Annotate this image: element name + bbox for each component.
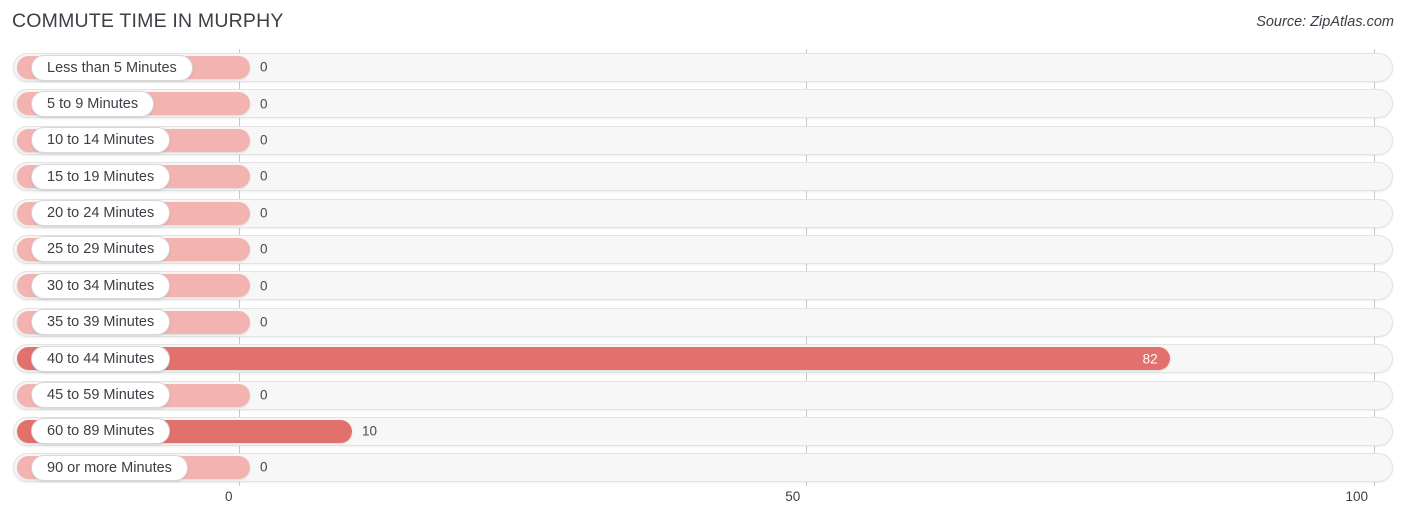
category-label[interactable]: 35 to 39 Minutes (31, 309, 171, 336)
x-axis: 0 50 100 (0, 487, 1406, 523)
bar-row[interactable]: 0 25 to 29 Minutes (0, 231, 1406, 267)
bar-row[interactable]: 0 15 to 19 Minutes (0, 158, 1406, 194)
bar-row[interactable]: 0 90 or more Minutes (0, 449, 1406, 485)
bar-row[interactable]: 82 40 to 44 Minutes (0, 340, 1406, 376)
axis-tick-label: 50 (785, 489, 801, 504)
bar-value-label: 0 (260, 132, 268, 148)
bar-value-label: 0 (260, 241, 268, 257)
bar-row[interactable]: 0 30 to 34 Minutes (0, 267, 1406, 303)
bar[interactable]: 82 (17, 347, 1170, 371)
bar-value-label: 0 (260, 459, 268, 475)
bar-row[interactable]: 10 60 to 89 Minutes (0, 413, 1406, 449)
category-label[interactable]: Less than 5 Minutes (31, 54, 193, 81)
plot-area: 0 Less than 5 Minutes 0 5 to 9 Minutes 0 10 t… (0, 49, 1406, 487)
bar-row[interactable]: 0 10 to 14 Minutes (0, 122, 1406, 158)
category-label[interactable]: 25 to 29 Minutes (31, 236, 171, 263)
bar-value-label: 10 (362, 423, 378, 439)
axis-tick-label: 100 (1345, 489, 1368, 504)
bar-value-label: 0 (260, 59, 268, 75)
bar-row[interactable]: 0 5 to 9 Minutes (0, 85, 1406, 121)
bar-row[interactable]: 0 20 to 24 Minutes (0, 195, 1406, 231)
page-title: COMMUTE TIME IN MURPHY (12, 10, 284, 32)
category-label[interactable]: 15 to 19 Minutes (31, 163, 171, 190)
category-label[interactable]: 45 to 59 Minutes (31, 382, 171, 409)
axis-tick-label: 0 (224, 489, 233, 504)
source-attribution: Source: ZipAtlas.com (1256, 14, 1394, 30)
bar-value-label: 0 (260, 314, 268, 330)
category-label[interactable]: 40 to 44 Minutes (31, 345, 171, 372)
bar-rows: 0 Less than 5 Minutes 0 5 to 9 Minutes 0 10 t… (0, 49, 1406, 486)
bar-value-label: 0 (260, 205, 268, 221)
category-label[interactable]: 10 to 14 Minutes (31, 127, 171, 154)
category-label[interactable]: 5 to 9 Minutes (31, 90, 155, 117)
category-label[interactable]: 30 to 34 Minutes (31, 272, 171, 299)
chart-root: COMMUTE TIME IN MURPHY Source: ZipAtlas.… (0, 0, 1406, 523)
bar-value-label: 0 (260, 387, 268, 403)
category-label[interactable]: 60 to 89 Minutes (31, 418, 171, 445)
bar-row[interactable]: 0 Less than 5 Minutes (0, 49, 1406, 85)
bar-value-label: 0 (260, 96, 268, 112)
bar-row[interactable]: 0 45 to 59 Minutes (0, 377, 1406, 413)
bar-value-label: 82 (1142, 351, 1158, 367)
category-label[interactable]: 90 or more Minutes (31, 454, 188, 481)
bar-row[interactable]: 0 35 to 39 Minutes (0, 304, 1406, 340)
bar-value-label: 0 (260, 278, 268, 294)
category-label[interactable]: 20 to 24 Minutes (31, 200, 171, 227)
bar-value-label: 0 (260, 168, 268, 184)
